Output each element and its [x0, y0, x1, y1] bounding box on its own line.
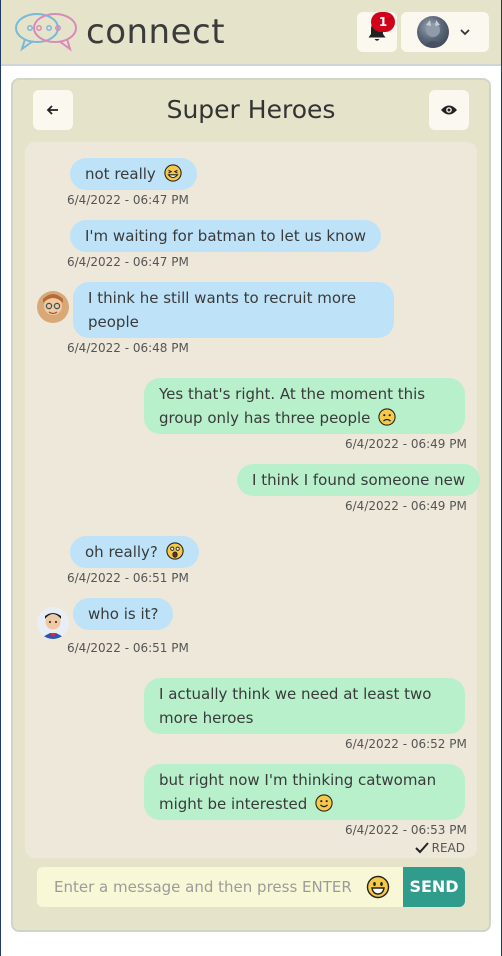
view-members-button[interactable] [429, 90, 469, 130]
read-receipt: READ [400, 840, 465, 856]
message-text: but right now I'm thinking catwoman migh… [159, 771, 437, 813]
message-text: I think he still wants to recruit more p… [88, 289, 357, 331]
message-timestamp: 6/4/2022 - 06:51 PM [67, 571, 189, 585]
message-timestamp: 6/4/2022 - 06:49 PM [345, 499, 467, 513]
logo-icon[interactable] [13, 10, 79, 54]
astonished-emoji-icon [166, 542, 184, 560]
message-bubble: I think I found someone new [237, 464, 481, 496]
chat-title: Super Heroes [166, 95, 336, 124]
message-timestamp: 6/4/2022 - 06:51 PM [67, 641, 189, 655]
message-text: I actually think we need at least two mo… [159, 685, 432, 727]
notification-count-badge: 1 [371, 12, 395, 32]
message-text: not really [85, 165, 156, 183]
message-bubble: I'm waiting for batman to let us know [70, 220, 382, 252]
message-bubble: who is it? [73, 598, 174, 630]
message-bubble: but right now I'm thinking catwoman migh… [144, 764, 465, 820]
message-bubble: Yes that's right. At the moment this gro… [144, 378, 465, 434]
user-menu-button[interactable] [401, 12, 489, 52]
message-text: oh really? [85, 543, 158, 561]
read-label: READ [431, 841, 465, 855]
message-timestamp: 6/4/2022 - 06:53 PM [345, 823, 467, 837]
message-timestamp: 6/4/2022 - 06:48 PM [67, 341, 189, 355]
emoji-picker-icon[interactable] [366, 875, 390, 899]
message-bubble: I think he still wants to recruit more p… [73, 282, 394, 338]
sender-avatar[interactable] [37, 607, 69, 639]
brand-name[interactable]: connect [86, 10, 225, 54]
message-text: I'm waiting for batman to let us know [85, 227, 367, 245]
laughing-emoji-icon [163, 164, 182, 182]
eye-icon [441, 105, 457, 115]
message-bubble: oh really? [70, 536, 199, 568]
message-timestamp: 6/4/2022 - 06:49 PM [345, 437, 467, 451]
message-text: I think I found someone new [252, 471, 466, 489]
smile-emoji-icon [315, 794, 333, 812]
arrow-left-icon [46, 105, 58, 115]
chevron-down-icon [460, 29, 470, 36]
back-button[interactable] [33, 90, 73, 130]
message-bubble: not really [70, 158, 197, 190]
user-avatar [417, 16, 449, 48]
message-composer [37, 867, 403, 907]
worried-emoji-icon [378, 408, 396, 426]
message-text: who is it? [88, 605, 159, 623]
message-bubble: I actually think we need at least two mo… [144, 678, 465, 734]
message-timestamp: 6/4/2022 - 06:52 PM [345, 737, 467, 751]
navbar-divider [1, 64, 501, 66]
message-timestamp: 6/4/2022 - 06:47 PM [67, 255, 189, 269]
message-timestamp: 6/4/2022 - 06:47 PM [67, 193, 189, 207]
send-button[interactable]: SEND [403, 867, 465, 907]
sender-avatar[interactable] [37, 291, 69, 323]
checkmark-icon [414, 842, 429, 854]
message-input[interactable] [37, 867, 365, 907]
